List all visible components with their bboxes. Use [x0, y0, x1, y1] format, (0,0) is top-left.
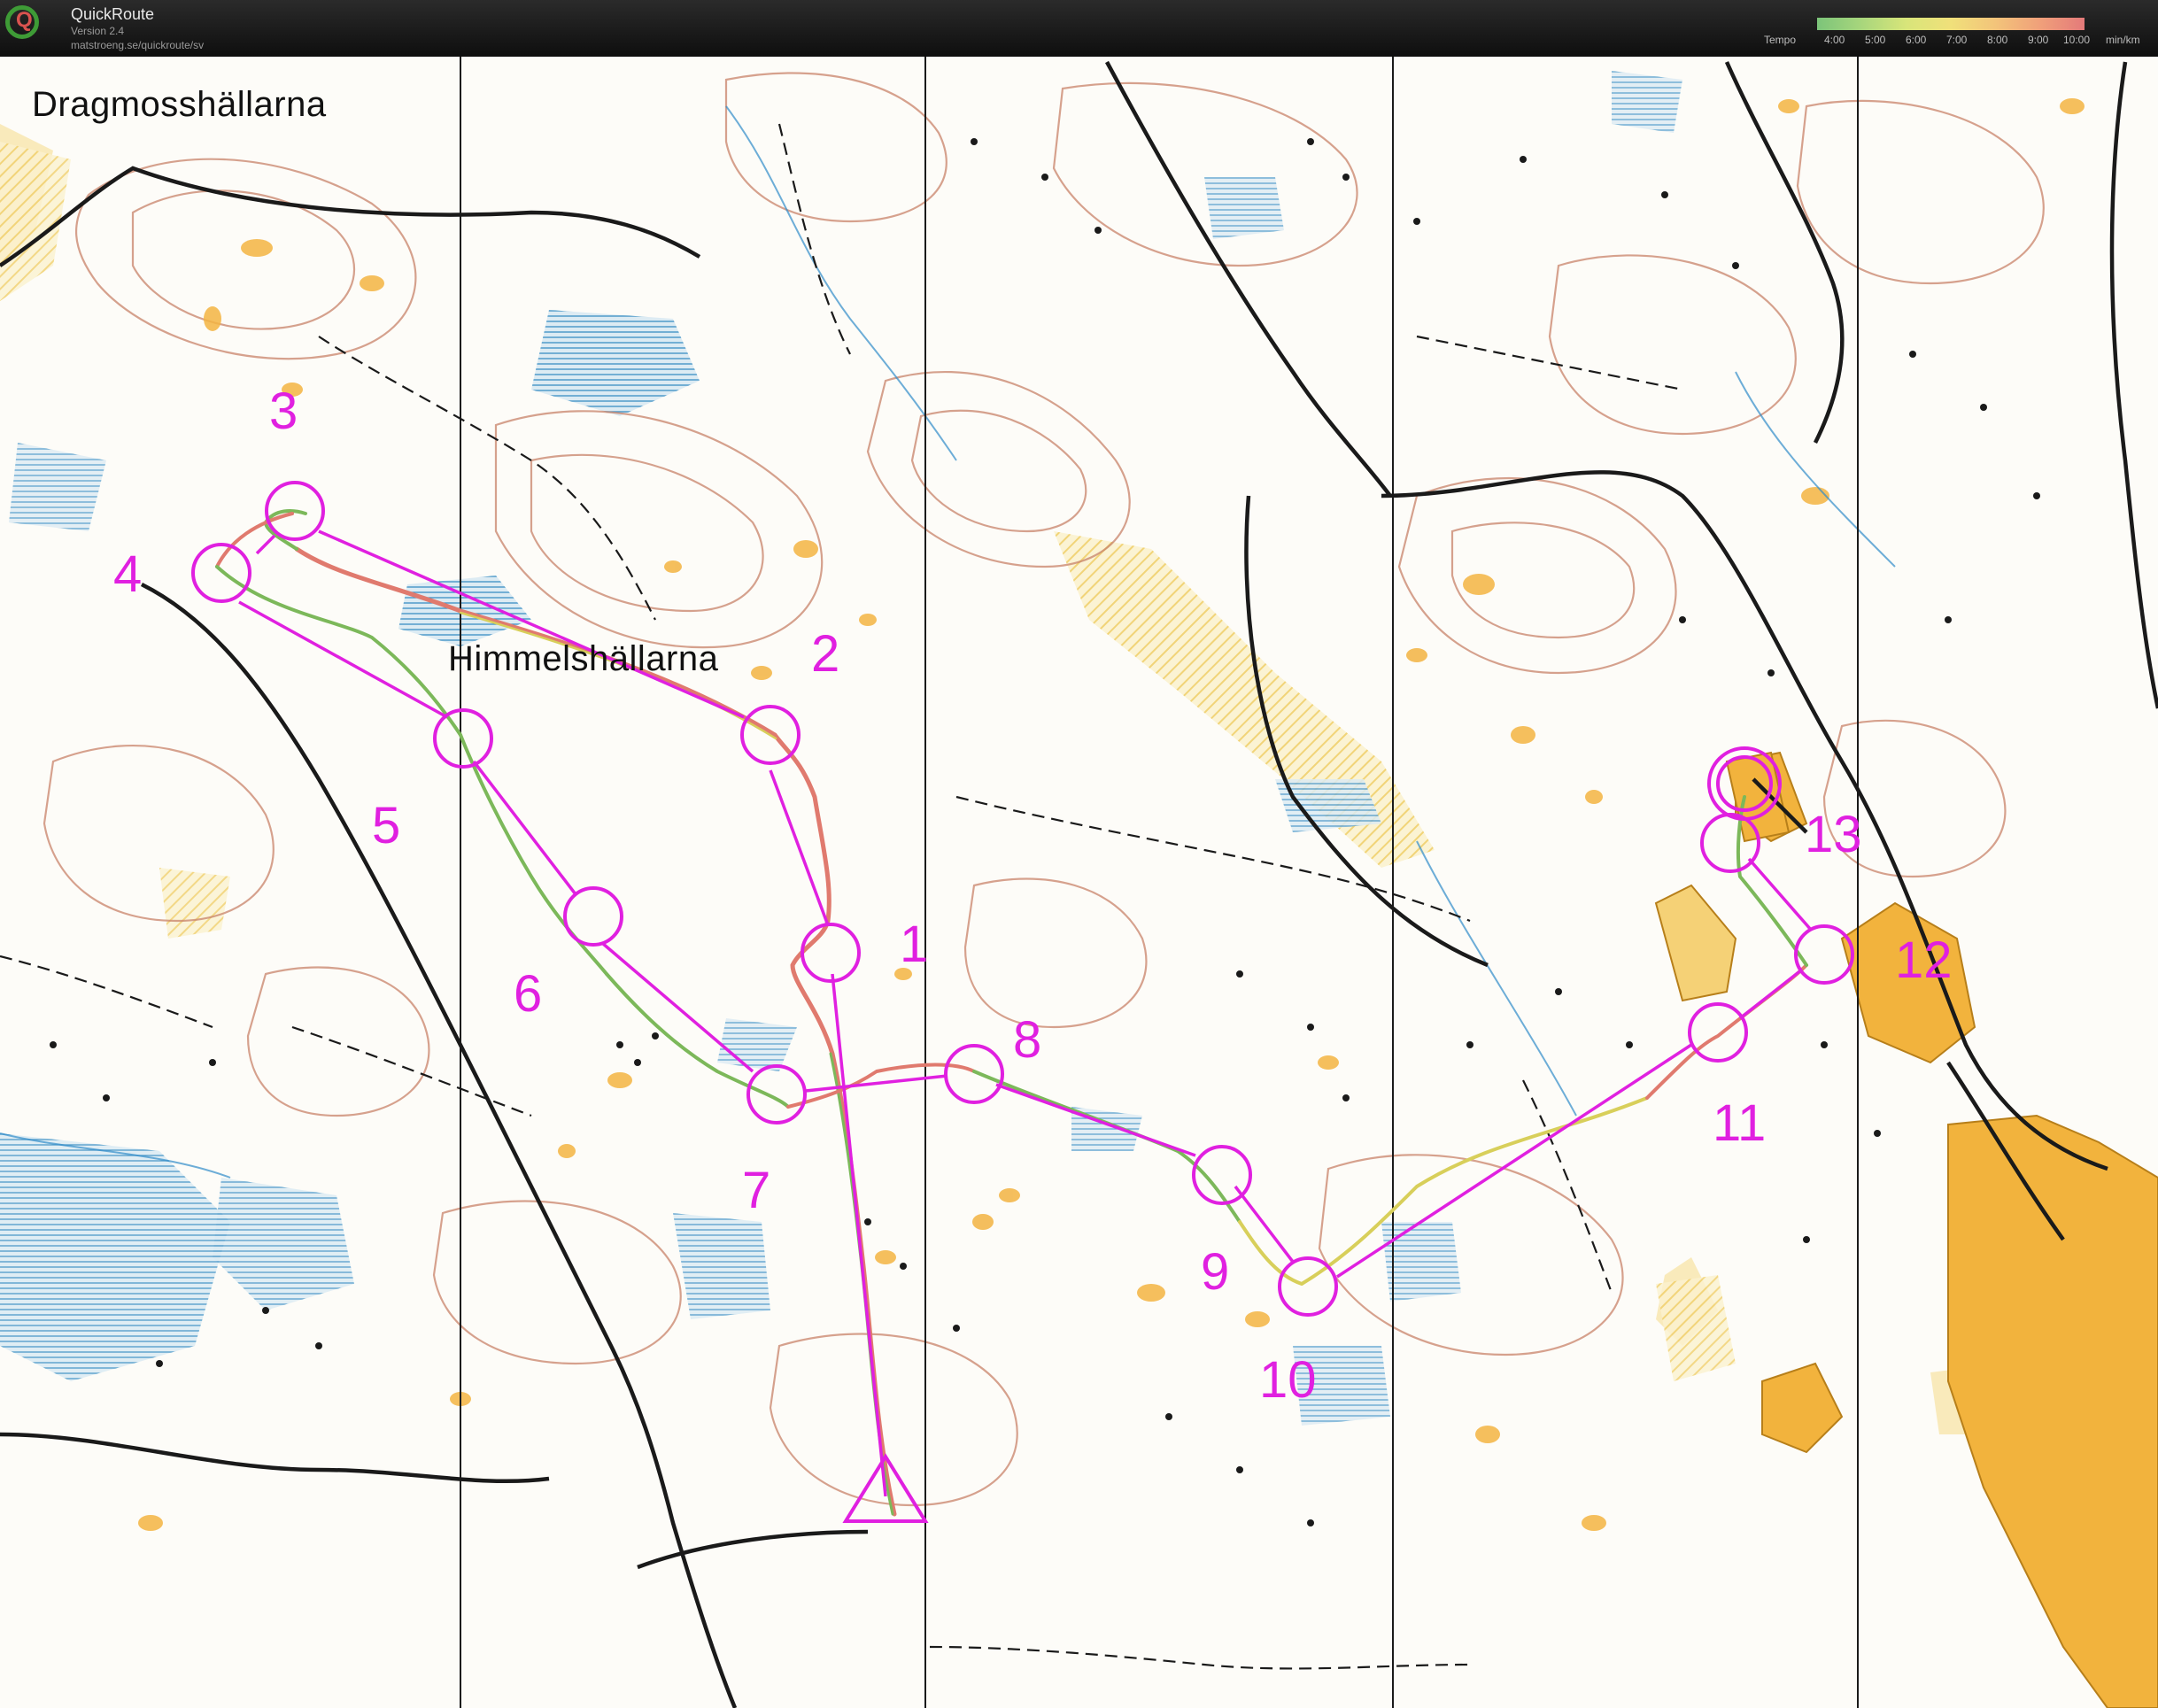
orienteering-map[interactable] — [0, 57, 2158, 1708]
control-number-10: 10 — [1259, 1351, 1317, 1409]
tempo-tick: 8:00 — [1987, 34, 2008, 46]
quickroute-logo-icon: Q — [5, 5, 39, 39]
control-number-11: 11 — [1713, 1094, 1767, 1152]
control-number-3: 3 — [269, 383, 298, 440]
tempo-unit: min/km — [2106, 34, 2140, 46]
control-number-1: 1 — [900, 916, 929, 973]
control-number-8: 8 — [1013, 1011, 1042, 1069]
control-number-5: 5 — [372, 797, 401, 854]
quickroute-header: Q QuickRoute Version 2.4 matstroeng.se/q… — [0, 0, 2158, 57]
app-version: Version 2.4 — [71, 25, 125, 37]
app-title: QuickRoute — [71, 5, 155, 23]
tempo-tick: 9:00 — [2028, 34, 2049, 46]
control-number-12: 12 — [1895, 931, 1953, 989]
control-number-9: 9 — [1201, 1243, 1230, 1301]
control-number-7: 7 — [742, 1162, 771, 1219]
app-url: matstroeng.se/quickroute/sv — [71, 39, 205, 51]
tempo-legend-label: Tempo — [1764, 34, 1797, 46]
place-name-himmelshallarna: Himmelshällarna — [448, 639, 719, 678]
tempo-tick: 10:00 — [2063, 34, 2091, 46]
tempo-tick: 4:00 — [1824, 34, 1845, 46]
control-number-4: 4 — [113, 545, 143, 603]
control-number-6: 6 — [514, 965, 543, 1023]
tempo-color-scale — [1817, 18, 2085, 30]
tempo-tick: 5:00 — [1865, 34, 1886, 46]
tempo-tick: 7:00 — [1946, 34, 1968, 46]
map-background — [0, 57, 2158, 1708]
control-number-2: 2 — [811, 625, 840, 683]
control-number-13: 13 — [1805, 806, 1862, 863]
place-name-dragmosshallarna: Dragmosshällarna — [32, 85, 327, 124]
tempo-tick: 6:00 — [1906, 34, 1927, 46]
